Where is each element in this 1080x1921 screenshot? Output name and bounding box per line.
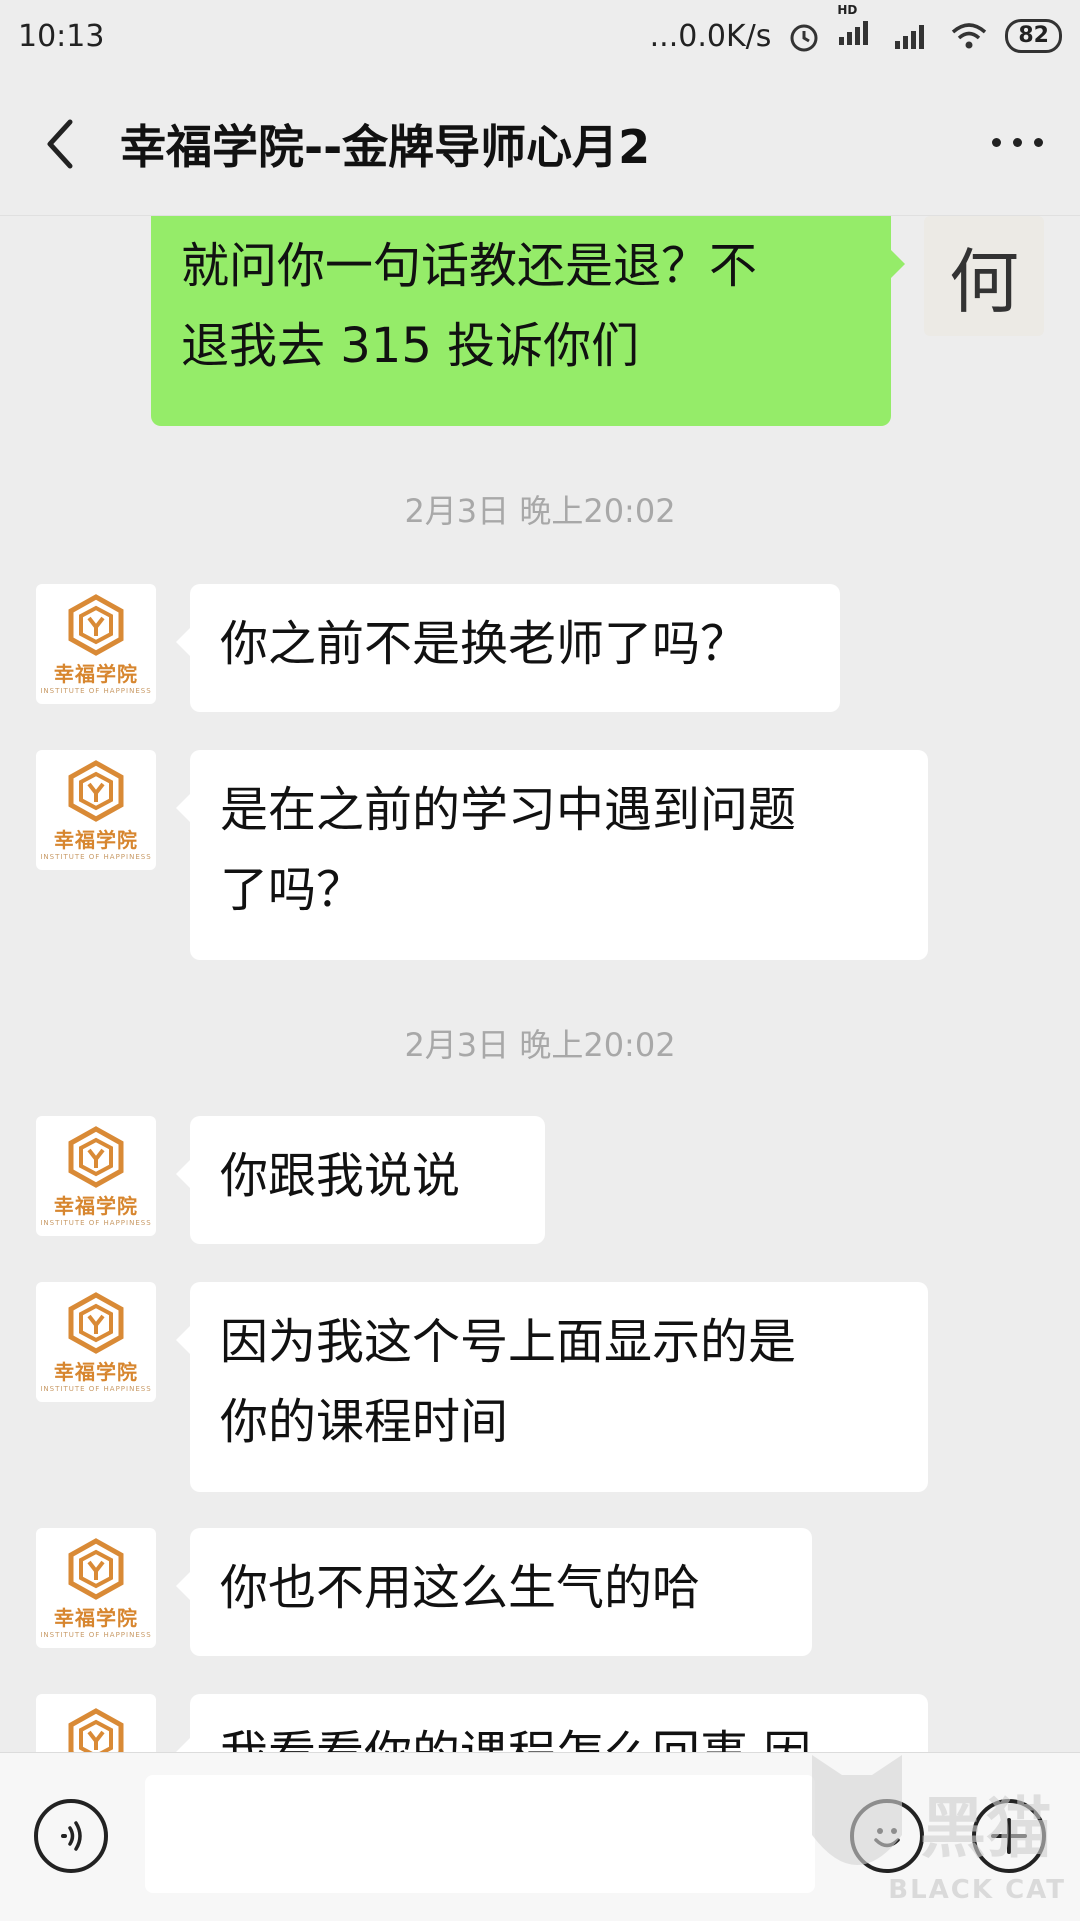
message-bubble-received[interactable]: 因为我这个号上面显示的是 你的课程时间 <box>176 1282 928 1492</box>
hd-signal-icon: HD <box>837 3 877 55</box>
message-bubble-received[interactable]: 你也不用这么生气的哈 <box>176 1528 812 1656</box>
back-button[interactable] <box>0 72 120 216</box>
alarm-icon <box>790 24 818 52</box>
my-avatar[interactable]: 何 <box>924 216 1044 336</box>
more-button[interactable] <box>982 112 1052 172</box>
signal-icon-2 <box>895 25 925 49</box>
back-arrow-icon <box>47 119 73 168</box>
contact-avatar[interactable]: 幸福学院 INSTITUTE OF HAPPINESS <box>36 584 156 704</box>
contact-avatar[interactable]: 幸福学院 <box>36 1694 156 1752</box>
voice-button[interactable] <box>34 1799 108 1873</box>
hexagon-logo-icon <box>68 1291 124 1354</box>
battery-indicator: 82 <box>1005 19 1062 53</box>
wifi-icon <box>952 23 987 49</box>
status-time: 10:13 <box>18 18 105 54</box>
hexagon-logo-icon <box>68 1125 124 1188</box>
more-functions-button[interactable] <box>972 1799 1046 1873</box>
network-speed: ...0.0K/s <box>649 18 772 54</box>
input-bar: 黑猫 BLACK CAT <box>0 1752 1080 1921</box>
chat-title: 幸福学院--金牌导师心月2 <box>120 119 651 174</box>
status-bar: 10:13 ...0.0K/s HD 82 <box>0 0 1080 72</box>
message-bubble-received[interactable]: 你之前不是换老师了吗？ <box>176 584 840 712</box>
contact-avatar[interactable]: 幸福学院 INSTITUTE OF HAPPINESS <box>36 750 156 870</box>
hexagon-logo-icon <box>68 1537 124 1600</box>
message-bubble-received[interactable]: 是在之前的学习中遇到问题 了吗？ <box>176 750 928 960</box>
hexagon-logo-icon <box>68 759 124 822</box>
status-icons: ...0.0K/s HD 82 <box>649 3 1062 55</box>
emoji-button[interactable] <box>850 1799 924 1873</box>
message-input[interactable] <box>145 1775 815 1893</box>
contact-avatar[interactable]: 幸福学院 INSTITUTE OF HAPPINESS <box>36 1282 156 1402</box>
more-dots-icon <box>991 137 1001 147</box>
voice-icon <box>61 1821 82 1851</box>
chat-header: 幸福学院--金牌导师心月2 <box>0 72 1080 216</box>
timestamp: 2月3日 晚上20:02 <box>404 492 676 530</box>
emoji-icon <box>874 1828 900 1848</box>
message-bubble-sent[interactable]: 就问你一句话教还是退？不 退我去 315 投诉你们 <box>151 216 905 426</box>
plus-icon <box>991 1818 1027 1854</box>
timestamp: 2月3日 晚上20:02 <box>404 1026 676 1064</box>
hexagon-logo-icon <box>68 593 124 656</box>
signal-icon <box>839 21 869 45</box>
hexagon-logo-icon <box>68 1707 124 1752</box>
message-bubble-received[interactable]: 我看看你的课程怎么回事 因 <box>176 1694 928 1752</box>
message-bubble-received[interactable]: 你跟我说说 <box>176 1116 545 1244</box>
contact-avatar[interactable]: 幸福学院 INSTITUTE OF HAPPINESS <box>36 1528 156 1648</box>
message-list[interactable]: 就问你一句话教还是退？不 退我去 315 投诉你们 何 2月3日 晚上20:02… <box>0 216 1080 1752</box>
contact-avatar[interactable]: 幸福学院 INSTITUTE OF HAPPINESS <box>36 1116 156 1236</box>
